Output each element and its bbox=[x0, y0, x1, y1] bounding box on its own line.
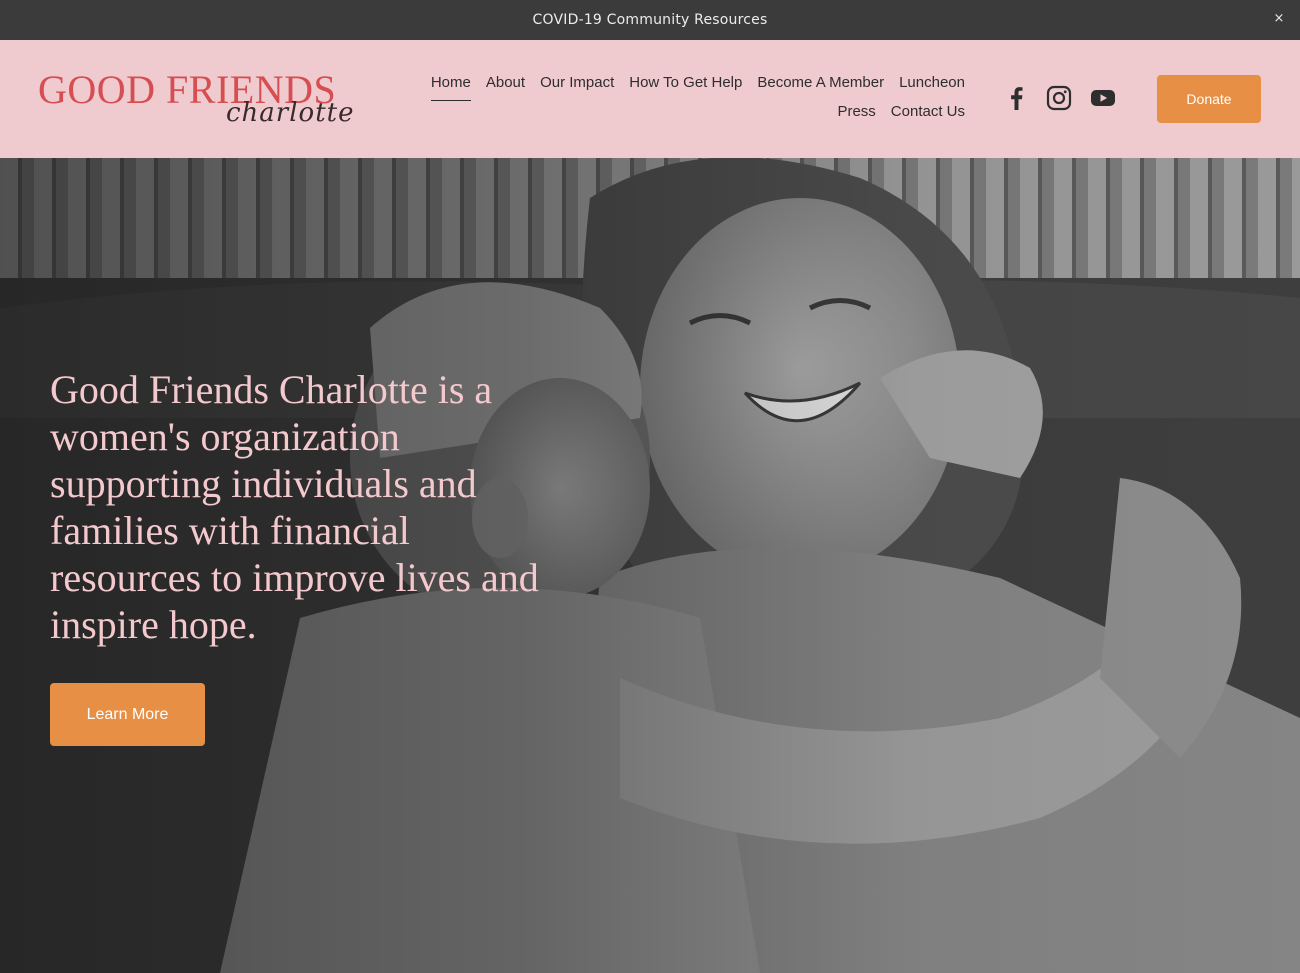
youtube-icon[interactable] bbox=[1089, 84, 1117, 112]
nav-row-1: Home About Our Impact How To Get Help Be… bbox=[400, 72, 965, 101]
nav-item-luncheon[interactable]: Luncheon bbox=[899, 72, 965, 101]
nav-item-become-a-member[interactable]: Become A Member bbox=[757, 72, 884, 101]
main-nav: Home About Our Impact How To Get Help Be… bbox=[400, 72, 965, 130]
hero-section: Good Friends Charlotte is a women's orga… bbox=[0, 158, 1300, 973]
learn-more-button[interactable]: Learn More bbox=[50, 683, 205, 746]
close-icon[interactable]: × bbox=[1272, 11, 1286, 27]
nav-item-contact-us[interactable]: Contact Us bbox=[891, 101, 965, 130]
site-logo[interactable]: GOOD FRIENDS charlotte bbox=[38, 68, 354, 132]
nav-row-2: Press Contact Us bbox=[400, 101, 965, 130]
nav-item-how-to-get-help[interactable]: How To Get Help bbox=[629, 72, 742, 101]
nav-item-press[interactable]: Press bbox=[837, 101, 875, 130]
hero-heading: Good Friends Charlotte is a women's orga… bbox=[50, 367, 539, 647]
instagram-icon[interactable] bbox=[1045, 84, 1073, 112]
nav-item-our-impact[interactable]: Our Impact bbox=[540, 72, 614, 101]
logo-sub-text: charlotte bbox=[226, 98, 355, 128]
nav-item-about[interactable]: About bbox=[486, 72, 525, 101]
site-header: GOOD FRIENDS charlotte Home About Our Im… bbox=[0, 40, 1300, 158]
nav-item-home[interactable]: Home bbox=[430, 72, 471, 101]
facebook-icon[interactable] bbox=[1003, 84, 1031, 112]
announcement-bar: COVID-19 Community Resources × bbox=[0, 0, 1300, 40]
announcement-link[interactable]: COVID-19 Community Resources bbox=[533, 12, 768, 28]
donate-button[interactable]: Donate bbox=[1157, 75, 1261, 123]
